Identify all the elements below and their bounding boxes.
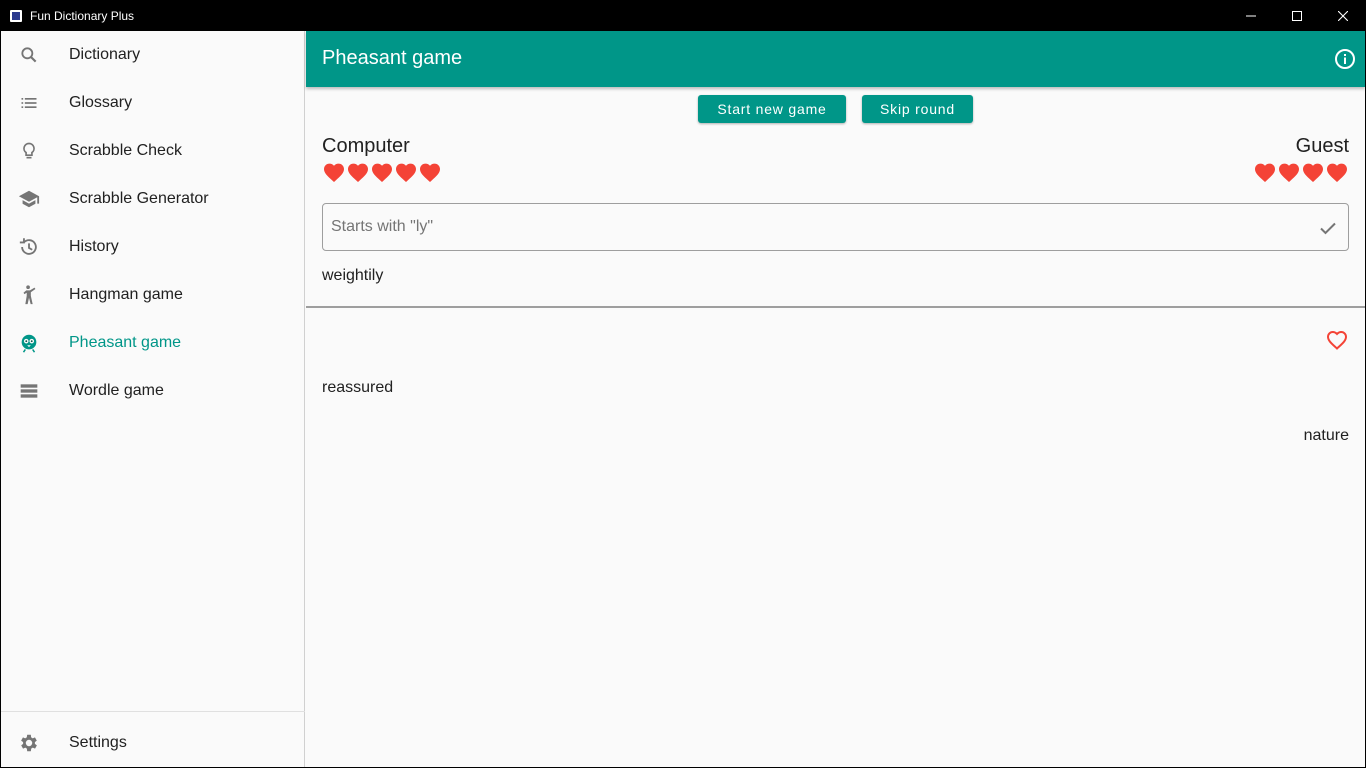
lightbulb-icon (17, 139, 41, 163)
app-bar: Pheasant game (306, 31, 1365, 87)
app-logo-icon (10, 9, 22, 22)
start-new-game-button[interactable]: Start new game (698, 95, 846, 123)
lives-computer (322, 161, 442, 183)
life-heart-icon (1301, 161, 1325, 183)
maximize-button[interactable] (1274, 0, 1320, 31)
sidebar-item-pheasant-game[interactable]: Pheasant game (1, 319, 305, 367)
player-name-computer: Computer (322, 135, 410, 157)
sidebar-item-label: Wordle game (69, 382, 164, 399)
sidebar-item-label: Dictionary (69, 46, 141, 63)
sidebar-item-settings[interactable]: Settings (1, 719, 305, 767)
sidebar-item-dictionary[interactable]: Dictionary (1, 31, 305, 79)
history-word: reassured (322, 379, 394, 396)
settings-label: Settings (69, 734, 127, 751)
check-icon[interactable] (1316, 216, 1340, 240)
life-heart-icon (1277, 161, 1301, 183)
word-input[interactable] (331, 204, 1291, 250)
sidebar-divider (1, 711, 305, 712)
skip-round-button[interactable]: Skip round (862, 95, 973, 123)
hangman-icon (17, 283, 41, 307)
lives-guest (1253, 161, 1349, 183)
last-word: weightily (322, 267, 384, 284)
life-heart-icon (418, 161, 442, 183)
pheasant-icon (17, 331, 41, 355)
sidebar-item-label: Scrabble Generator (69, 190, 209, 207)
search-icon (17, 43, 41, 67)
sidebar-item-scrabble-check[interactable]: Scrabble Check (1, 127, 305, 175)
window-title: Fun Dictionary Plus (30, 8, 135, 23)
app-window: Dictionary Glossary Scrabble Check Scrab… (1, 31, 1365, 767)
life-heart-icon (394, 161, 418, 183)
player-name-guest: Guest (1295, 135, 1349, 157)
page-title: Pheasant game (322, 47, 463, 69)
history-word: nature (1303, 427, 1349, 444)
life-heart-icon (1325, 161, 1349, 183)
sidebar-item-glossary[interactable]: Glossary (1, 79, 305, 127)
gear-icon (17, 731, 41, 755)
sidebar-item-label: Pheasant game (69, 334, 182, 351)
history-icon (17, 235, 41, 259)
window-controls (1228, 0, 1366, 31)
sidebar-item-label: History (69, 238, 119, 255)
sidebar-item-label: Hangman game (69, 286, 183, 303)
sidebar-item-history[interactable]: History (1, 223, 305, 271)
close-button[interactable] (1320, 0, 1366, 31)
heart-outline-icon[interactable] (1325, 328, 1349, 352)
list-icon (17, 91, 41, 115)
main-content: Pheasant game Start new game Skip round … (306, 31, 1365, 767)
sidebar-item-wordle-game[interactable]: Wordle game (1, 367, 305, 415)
sidebar-item-label: Scrabble Check (69, 142, 182, 159)
navigation-drawer: Dictionary Glossary Scrabble Check Scrab… (1, 31, 305, 767)
window-titlebar: Fun Dictionary Plus (0, 0, 1366, 31)
word-input-field[interactable] (322, 203, 1349, 251)
life-heart-icon (346, 161, 370, 183)
life-heart-icon (322, 161, 346, 183)
minimize-button[interactable] (1228, 0, 1274, 31)
content-divider (306, 306, 1365, 308)
sidebar-item-scrabble-generator[interactable]: Scrabble Generator (1, 175, 305, 223)
info-icon[interactable] (1333, 47, 1357, 71)
wordle-icon (17, 379, 41, 403)
life-heart-icon (370, 161, 394, 183)
sidebar-item-hangman-game[interactable]: Hangman game (1, 271, 305, 319)
school-icon (17, 187, 41, 211)
life-heart-icon (1253, 161, 1277, 183)
sidebar-item-label: Glossary (69, 94, 133, 111)
